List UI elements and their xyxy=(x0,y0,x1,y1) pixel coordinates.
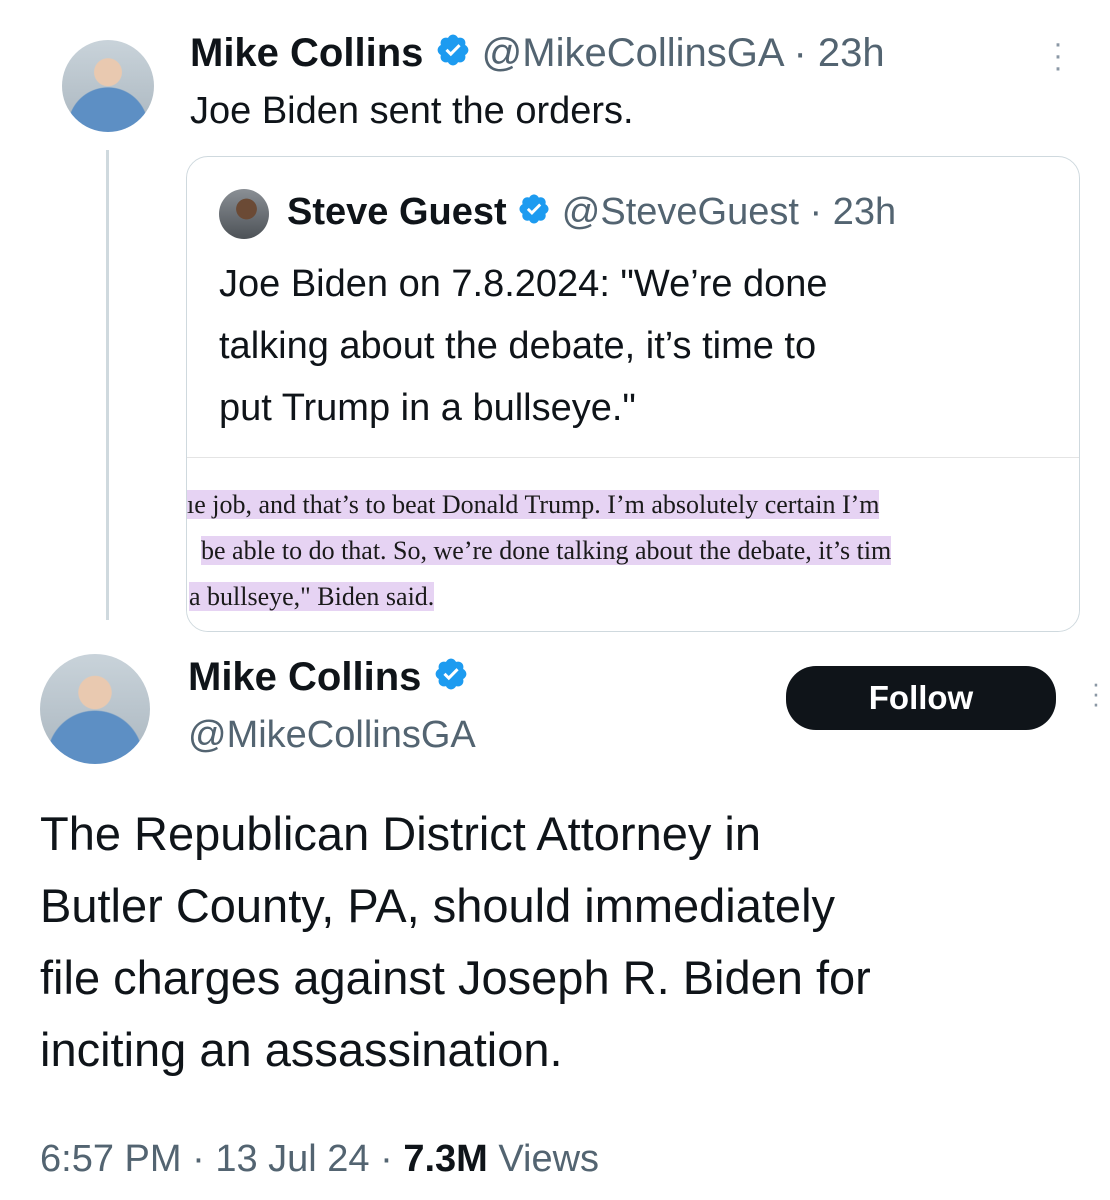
tweet-header: Mike Collins @MikeCollinsGA · 23h xyxy=(190,28,885,78)
verified-badge-icon xyxy=(517,189,551,239)
author-handle[interactable]: @MikeCollinsGA xyxy=(482,31,783,75)
quoted-tweet-header: Steve Guest @SteveGuest · 23h xyxy=(287,187,896,239)
views-label: Views xyxy=(498,1138,600,1180)
text-line: put Trump in a bullseye." xyxy=(219,387,636,429)
text-line: Joe Biden on 7.8.2024: "We’re done xyxy=(219,263,828,305)
separator: · xyxy=(380,1138,393,1180)
text-line: file charges against Joseph R. Biden for xyxy=(40,951,871,1004)
verified-badge-icon xyxy=(433,654,469,704)
avatar[interactable] xyxy=(40,654,150,764)
article-line: be able to do that. So, we’re done talki… xyxy=(201,536,892,565)
more-vertical-icon[interactable]: · · · xyxy=(1046,29,1070,83)
author-name[interactable]: Steve Guest xyxy=(287,191,507,233)
text-line: Butler County, PA, should immediately xyxy=(40,879,836,932)
views-count: 7.3M xyxy=(403,1138,488,1180)
tweet-time[interactable]: 6:57 PM xyxy=(40,1138,182,1180)
tweet-text: Joe Biden sent the orders. xyxy=(190,90,634,132)
text-line: The Republican District Attorney in xyxy=(40,807,761,860)
separator: · xyxy=(793,31,807,75)
tweet-meta: 6:57 PM · 13 Jul 24 · 7.3M Views xyxy=(40,1134,599,1184)
separator: · xyxy=(192,1138,205,1180)
main-tweet-text: The Republican District Attorney in Butl… xyxy=(40,798,871,1086)
avatar[interactable] xyxy=(62,40,154,132)
tweet-date[interactable]: 13 Jul 24 xyxy=(215,1138,369,1180)
main-tweet-author: Mike Collins xyxy=(188,652,469,704)
follow-button[interactable]: Follow xyxy=(786,666,1056,730)
quoted-tweet-card[interactable]: Steve Guest @SteveGuest · 23h Joe Biden … xyxy=(186,156,1080,632)
author-handle[interactable]: @MikeCollinsGA xyxy=(188,710,476,760)
author-name[interactable]: Mike Collins xyxy=(190,31,423,75)
tweet-time[interactable]: 23h xyxy=(818,31,885,75)
text-line: inciting an assassination. xyxy=(40,1023,563,1076)
separator: · xyxy=(809,191,823,233)
more-vertical-icon[interactable]: · · · xyxy=(1086,670,1106,716)
author-name[interactable]: Mike Collins xyxy=(188,655,421,699)
tweet-time[interactable]: 23h xyxy=(833,191,896,233)
thread-line xyxy=(106,150,109,620)
verified-badge-icon xyxy=(435,30,471,80)
quoted-tweet-text: Joe Biden on 7.8.2024: "We’re done talki… xyxy=(219,253,828,439)
avatar[interactable] xyxy=(219,189,269,239)
text-line: talking about the debate, it’s time to xyxy=(219,325,817,367)
article-line: a bullseye," Biden said. xyxy=(189,582,435,611)
article-line: ıe job, and that’s to beat Donald Trump.… xyxy=(187,490,880,519)
author-handle[interactable]: @SteveGuest xyxy=(562,191,799,233)
article-image[interactable]: ıe job, and that’s to beat Donald Trump.… xyxy=(187,457,1079,631)
